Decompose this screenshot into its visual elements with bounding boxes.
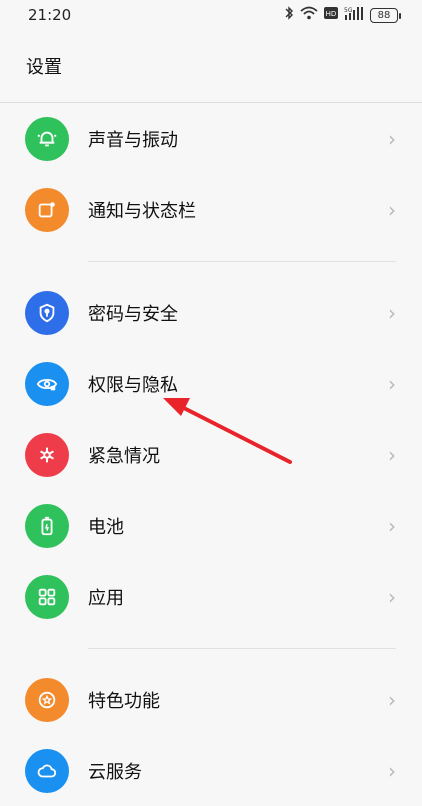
setting-label: 声音与振动 <box>88 129 178 151</box>
battery-indicator: 88 <box>370 7 401 23</box>
setting-emergency[interactable]: 紧急情况 › <box>0 419 422 490</box>
setting-password-security[interactable]: 密码与安全 › <box>0 277 422 348</box>
bluetooth-icon <box>284 6 294 24</box>
chevron-right-icon: › <box>388 442 396 467</box>
status-bar: 21:20 HD 5G 88 <box>0 0 422 30</box>
page-title: 设置 <box>26 57 62 78</box>
setting-label: 特色功能 <box>88 690 160 712</box>
shield-key-icon <box>25 290 69 335</box>
setting-label: 权限与隐私 <box>88 374 178 396</box>
section-divider <box>0 632 422 664</box>
setting-cloud-service[interactable]: 云服务 › <box>0 735 422 806</box>
notification-icon <box>25 187 69 232</box>
cloud-icon <box>25 748 69 793</box>
setting-apps[interactable]: 应用 › <box>0 561 422 632</box>
cell-signal-icon: 5G <box>344 6 364 24</box>
apps-grid-icon <box>25 574 69 619</box>
hd-icon: HD <box>324 7 338 23</box>
chevron-right-icon: › <box>388 126 396 151</box>
title-bar: 设置 <box>0 30 422 102</box>
chevron-right-icon: › <box>388 513 396 538</box>
bell-icon <box>25 116 69 161</box>
battery-level: 88 <box>377 9 391 21</box>
eye-lock-icon <box>25 361 69 406</box>
chevron-right-icon: › <box>388 687 396 712</box>
chevron-right-icon: › <box>388 371 396 396</box>
chevron-right-icon: › <box>388 197 396 222</box>
setting-label: 应用 <box>88 587 124 609</box>
setting-sound-vibration[interactable]: 声音与振动 › <box>0 103 422 174</box>
setting-label: 通知与状态栏 <box>88 200 196 222</box>
setting-notifications[interactable]: 通知与状态栏 › <box>0 174 422 245</box>
setting-special-features[interactable]: 特色功能 › <box>0 664 422 735</box>
setting-permissions-privacy[interactable]: 权限与隐私 › <box>0 348 422 419</box>
wifi-icon <box>300 6 318 24</box>
setting-label: 云服务 <box>88 761 142 783</box>
section-divider <box>0 245 422 277</box>
status-time: 21:20 <box>28 6 72 24</box>
chevron-right-icon: › <box>388 584 396 609</box>
status-icons: HD 5G 88 <box>284 6 401 24</box>
star-badge-icon <box>25 677 69 722</box>
emergency-asterisk-icon <box>25 432 69 477</box>
setting-label: 紧急情况 <box>88 445 160 467</box>
setting-label: 电池 <box>88 516 124 538</box>
chevron-right-icon: › <box>388 300 396 325</box>
net-label: 5G <box>344 7 353 14</box>
chevron-right-icon: › <box>388 758 396 783</box>
settings-list: 声音与振动 › 通知与状态栏 › 密码与安全 › 权限与隐私 › 紧急情况 › <box>0 103 422 806</box>
setting-battery[interactable]: 电池 › <box>0 490 422 561</box>
setting-label: 密码与安全 <box>88 303 178 325</box>
battery-icon <box>25 503 69 548</box>
svg-text:HD: HD <box>326 10 337 18</box>
